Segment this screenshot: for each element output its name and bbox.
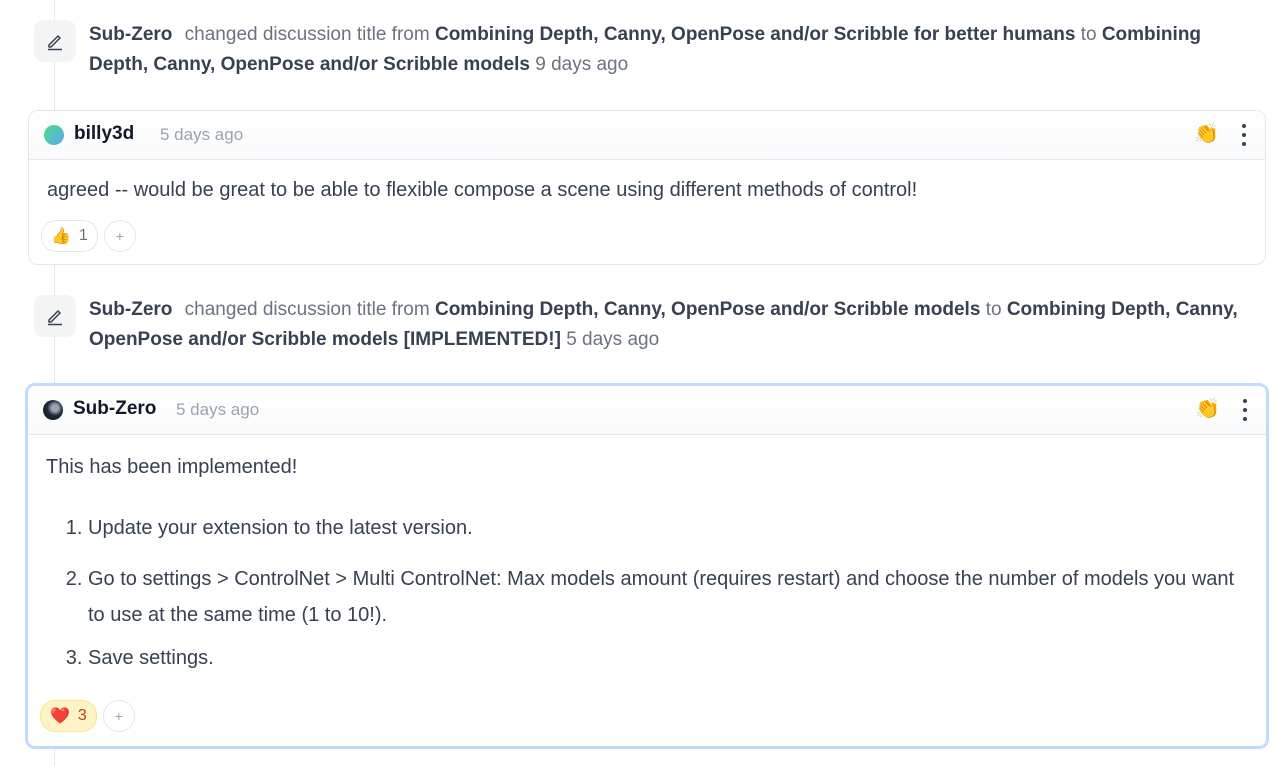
more-options-icon[interactable]	[1242, 399, 1248, 421]
steps-list: Update your extension to the latest vers…	[46, 514, 1248, 672]
old-title: Combining Depth, Canny, OpenPose and/or …	[434, 24, 1076, 45]
event-action: changed discussion title from	[184, 299, 430, 320]
comment-body: This has been implemented! Update your e…	[28, 435, 1266, 672]
pencil-icon	[34, 295, 76, 337]
comment-card-highlighted: Sub-Zero 5 days ago 👏 This has been impl…	[25, 383, 1269, 749]
reaction-heart[interactable]: ❤️ 3	[40, 700, 97, 732]
comment-time: 5 days ago	[176, 400, 260, 419]
event-text: Sub-Zero changed discussion title from C…	[89, 20, 1245, 80]
event-user[interactable]: Sub-Zero	[89, 24, 172, 45]
list-item: Save settings.	[88, 644, 1248, 672]
event-connector: to	[1080, 24, 1097, 45]
old-title: Combining Depth, Canny, OpenPose and/or …	[434, 299, 981, 320]
comment-header: billy3d 5 days ago 👏	[29, 111, 1265, 160]
event-action: changed discussion title from	[184, 24, 430, 45]
event-text: Sub-Zero changed discussion title from C…	[89, 295, 1245, 355]
reaction-count: 3	[77, 707, 87, 724]
avatar[interactable]	[44, 125, 64, 145]
reaction-count: 1	[78, 227, 88, 244]
comment-header: Sub-Zero 5 days ago 👏	[28, 386, 1266, 435]
thumbs-up-icon: 👍	[51, 228, 71, 245]
heart-icon: ❤️	[50, 708, 70, 725]
comment-body: agreed -- would be great to be able to f…	[47, 179, 918, 201]
reaction-thumbs-up[interactable]: 👍 1	[41, 220, 98, 252]
comment-time: 5 days ago	[160, 125, 244, 144]
list-item: Go to settings > ControlNet > Multi Cont…	[88, 561, 1248, 633]
clap-icon[interactable]: 👏	[1194, 122, 1219, 146]
event-time: 5 days ago	[566, 329, 660, 350]
reactions: ❤️ 3 +	[40, 700, 135, 732]
add-reaction-button[interactable]: +	[103, 220, 136, 252]
comment-card: billy3d 5 days ago 👏 agreed -- would be …	[28, 110, 1266, 265]
comment-intro: This has been implemented!	[46, 456, 298, 478]
more-options-icon[interactable]	[1241, 124, 1247, 146]
event-connector: to	[985, 299, 1002, 320]
clap-icon[interactable]: 👏	[1195, 397, 1220, 421]
avatar[interactable]	[43, 400, 63, 420]
list-item: Update your extension to the latest vers…	[88, 514, 1248, 542]
event-time: 9 days ago	[535, 54, 629, 75]
pencil-icon	[34, 20, 76, 62]
comment-author[interactable]: billy3d	[74, 123, 134, 145]
comment-author[interactable]: Sub-Zero	[73, 398, 156, 420]
reactions: 👍 1 +	[41, 220, 136, 252]
event-user[interactable]: Sub-Zero	[89, 299, 172, 320]
add-reaction-button[interactable]: +	[102, 700, 135, 732]
